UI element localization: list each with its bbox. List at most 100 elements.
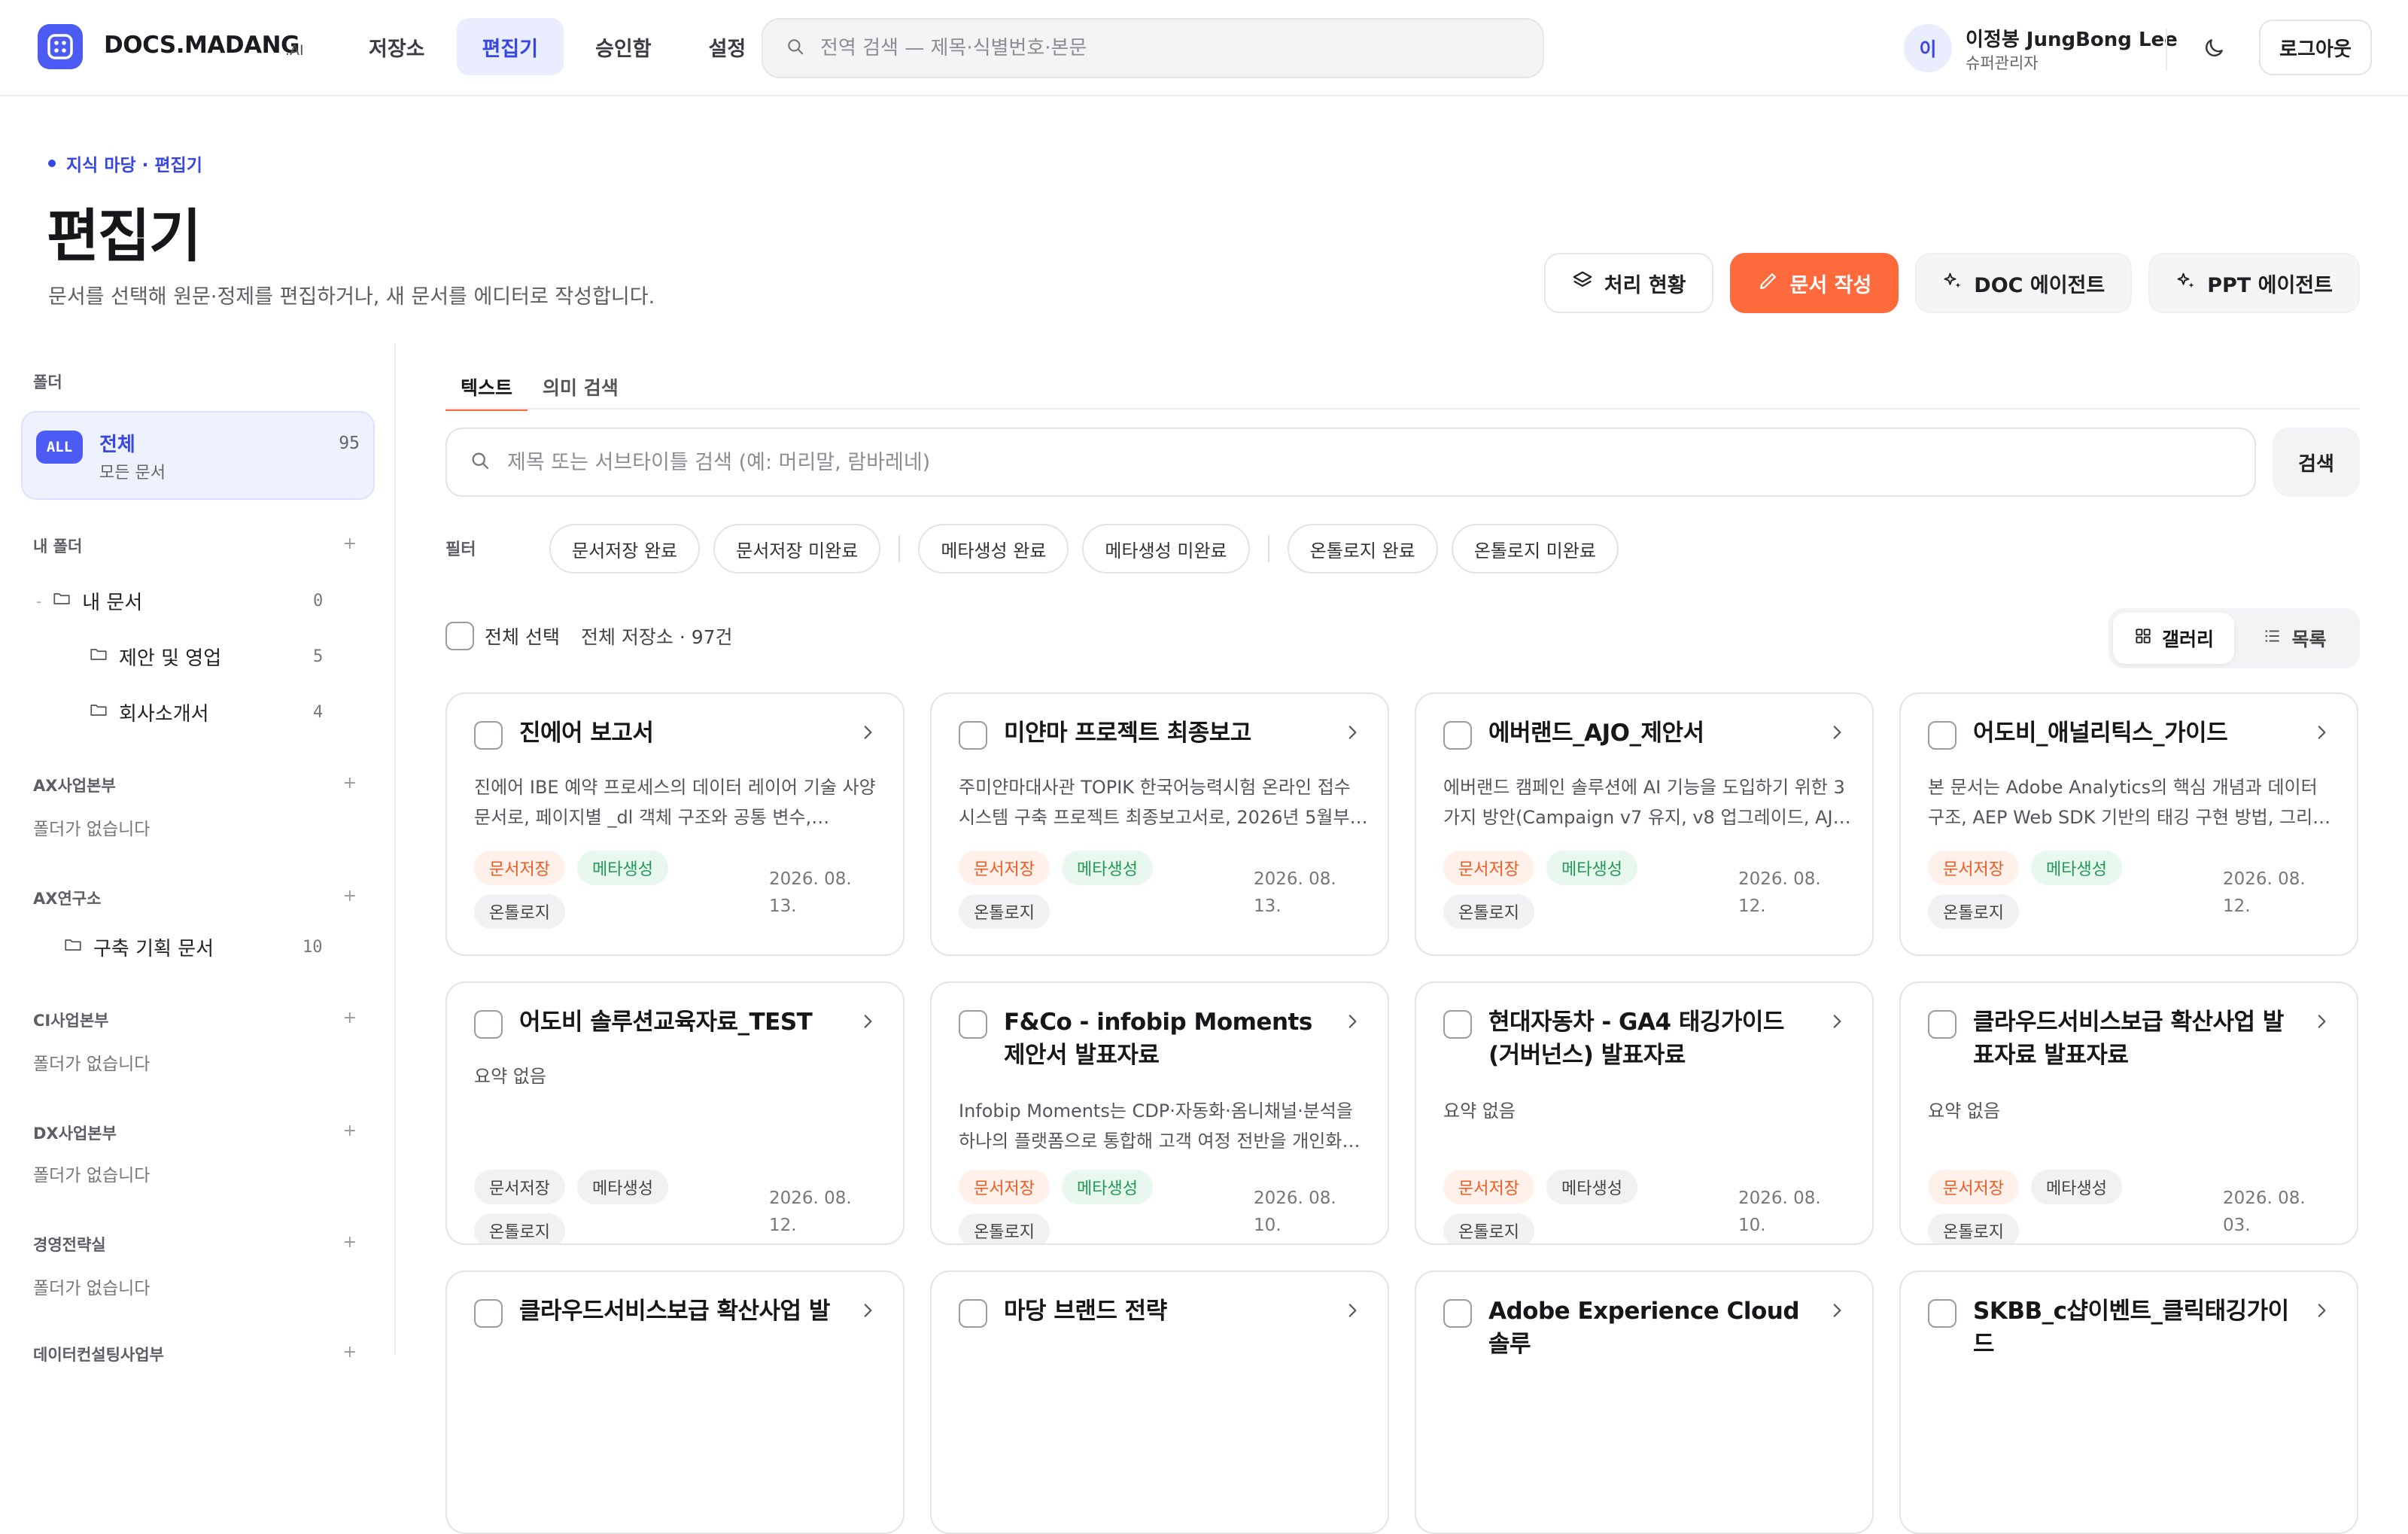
view-list-button[interactable]: 목록 [2234,613,2355,664]
view-gallery-button[interactable]: 갤러리 [2113,613,2234,664]
chevron-right-icon[interactable] [1827,1301,1847,1323]
chevron-right-icon[interactable] [1827,1012,1847,1034]
status-badge: 메타생성 [576,851,668,885]
nav-approvals[interactable]: 승인함 [570,18,677,75]
folder-my-docs[interactable]: - 내 문서 [36,587,142,615]
chevron-right-icon[interactable] [858,1301,877,1323]
card-checkbox[interactable] [959,1299,987,1328]
card-checkbox[interactable] [474,721,503,750]
card-checkbox[interactable] [474,1299,503,1328]
card-title[interactable]: 클라우드서비스보급 확산사업 발표자료 발표자료 [1973,1006,2297,1072]
card-title[interactable]: Adobe Experience Cloud 솔루 [1488,1295,1812,1361]
card-checkbox[interactable] [1443,721,1472,750]
logout-button[interactable]: 로그아웃 [2259,20,2372,75]
nav-editor[interactable]: 편집기 [456,18,564,75]
search-button[interactable]: 검색 [2273,428,2360,497]
nav-repository[interactable]: 저장소 [343,18,451,75]
processing-status-button[interactable]: 처리 현황 [1543,253,1713,313]
card-checkbox[interactable] [959,721,987,750]
card-checkbox[interactable] [1443,1299,1472,1328]
select-all-label[interactable]: 전체 선택 [485,622,560,650]
global-search-input[interactable] [820,37,1497,59]
select-all-checkbox[interactable] [445,622,474,650]
chevron-right-icon[interactable] [1342,1012,1362,1034]
card-checkbox[interactable] [959,1010,987,1039]
document-card[interactable]: 미얀마 프로젝트 최종보고 주미얀마대사관 TOPIK 한국어능력시험 온라인 접… [930,692,1389,956]
filter-saved-done[interactable]: 문서저장 완료 [549,524,701,574]
chevron-right-icon[interactable] [1827,723,1847,745]
nav-settings[interactable]: 설정 [683,18,772,75]
document-card[interactable]: 어도비 솔루션교육자료_TEST 요약 없음 문서저장 메타생성 온톨로지 2026. 0… [445,982,905,1245]
add-folder-button[interactable]: + [343,887,357,909]
chevron-right-icon[interactable] [1342,1301,1362,1323]
folder-company-intro[interactable]: 회사소개서 [89,699,209,726]
folder-all[interactable]: ALL 전체 모든 문서 95 [21,411,375,500]
chevron-right-icon[interactable] [858,723,877,745]
app-name[interactable]: DOCS.MADANG [104,32,299,59]
add-folder-button[interactable]: + [343,1122,357,1144]
filter-meta-done[interactable]: 메타생성 완료 [918,524,1069,574]
document-card[interactable]: 에버랜드_AJO_제안서 에버랜드 캠페인 솔루션에 AI 기능을 도입하기 위한… [1415,692,1874,956]
card-title[interactable]: SKBB_c샵이벤트_클릭태깅가이드 [1973,1295,2297,1361]
ppt-agent-button[interactable]: PPT 에이전트 [2148,253,2360,313]
status-badge: 문서저장 [1928,851,2019,885]
document-card[interactable]: 클라우드서비스보급 확산사업 발표자료 발표자료 요약 없음 문서저장 메타생성 온톨로… [1899,982,2358,1245]
empty-folder-text: 폴더가 없습니다 [33,820,150,839]
chevron-right-icon[interactable] [2312,723,2331,745]
filter-saved-pending[interactable]: 문서저장 미완료 [713,524,881,574]
card-title[interactable]: 어도비 솔루션교육자료_TEST [519,1006,843,1039]
card-tags: 문서저장 메타생성 온톨로지 [959,1170,1230,1243]
card-title[interactable]: 미얀마 프로젝트 최종보고 [1004,717,1327,750]
layers-icon [1571,269,1594,297]
document-card[interactable]: F&Co - infobip Moments 제안서 발표자료 Infobip M… [930,982,1389,1245]
document-search-input[interactable] [507,450,2163,474]
folder-count: 0 [313,592,324,610]
document-card[interactable]: 마당 브랜드 전략 [930,1271,1389,1534]
card-summary: 진에어 IBE 예약 프로세스의 데이터 레이어 기술 사양 문서로, 페이지별… [474,777,876,828]
card-checkbox[interactable] [1928,721,1956,750]
chevron-right-icon[interactable] [2312,1301,2331,1323]
document-card[interactable]: 어도비_애널리틱스_가이드 본 문서는 Adobe Analytics의 핵심 개… [1899,692,2358,956]
breadcrumb-text[interactable]: 지식 마당 · 편집기 [66,151,202,176]
document-card[interactable]: 클라우드서비스보급 확산사업 발 [445,1271,905,1534]
card-date: 2026. 08. 10. [1738,1189,1821,1235]
card-title[interactable]: 어도비_애널리틱스_가이드 [1973,717,2297,750]
chevron-right-icon[interactable] [858,1012,877,1034]
add-folder-button[interactable]: + [343,1233,357,1256]
add-folder-button[interactable]: + [343,1343,357,1365]
document-card[interactable]: 진에어 보고서진에어 IBE 예약 프로세스의 데이터 레이어 기술 사양 문서… [445,692,905,956]
avatar[interactable]: 이 [1904,24,1952,72]
tab-semantic-search[interactable]: 의미 검색 [528,366,634,411]
filter-meta-pending[interactable]: 메타생성 미완료 [1082,524,1250,574]
tab-text[interactable]: 텍스트 [445,366,528,411]
section-ci-business: CI사업본부 + [33,1009,357,1031]
card-checkbox[interactable] [1928,1010,1956,1039]
card-title[interactable]: F&Co - infobip Moments 제안서 발표자료 [1004,1006,1327,1072]
card-checkbox[interactable] [1928,1299,1956,1328]
card-title[interactable]: 진에어 보고서 [519,717,843,750]
status-badge: 메타생성 [2030,1170,2122,1204]
card-title[interactable]: 에버랜드_AJO_제안서 [1488,717,1812,750]
chevron-right-icon[interactable] [1342,723,1362,745]
document-card[interactable]: 현대자동차 - GA4 태깅가이드 (거버넌스) 발표자료 요약 없음 문서저장 메타… [1415,982,1874,1245]
card-checkbox[interactable] [474,1010,503,1039]
add-folder-button[interactable]: + [343,1009,357,1031]
folder-proposal-sales[interactable]: 제안 및 영업 [89,643,221,671]
doc-agent-button[interactable]: DOC 에이전트 [1915,253,2133,313]
document-card[interactable]: Adobe Experience Cloud 솔루 [1415,1271,1874,1534]
document-card[interactable]: SKBB_c샵이벤트_클릭태깅가이드 [1899,1271,2358,1534]
theme-toggle-button[interactable] [2193,29,2235,71]
add-folder-button[interactable]: + [343,774,357,796]
filter-ontology-pending[interactable]: 온톨로지 미완료 [1451,524,1619,574]
add-folder-button[interactable]: + [343,534,357,557]
card-title[interactable]: 클라우드서비스보급 확산사업 발 [519,1295,843,1328]
collapse-toggle[interactable]: - [36,592,41,610]
card-title[interactable]: 현대자동차 - GA4 태깅가이드 (거버넌스) 발표자료 [1488,1006,1812,1072]
card-checkbox[interactable] [1443,1010,1472,1039]
chevron-right-icon[interactable] [2312,1012,2331,1034]
filter-ontology-done[interactable]: 온톨로지 완료 [1287,524,1438,574]
card-title[interactable]: 마당 브랜드 전략 [1004,1295,1327,1328]
folder-build-plan[interactable]: 구축 기획 문서 [63,933,214,961]
write-document-button[interactable]: 문서 작성 [1729,253,1899,313]
app-logo-icon[interactable] [38,24,83,69]
